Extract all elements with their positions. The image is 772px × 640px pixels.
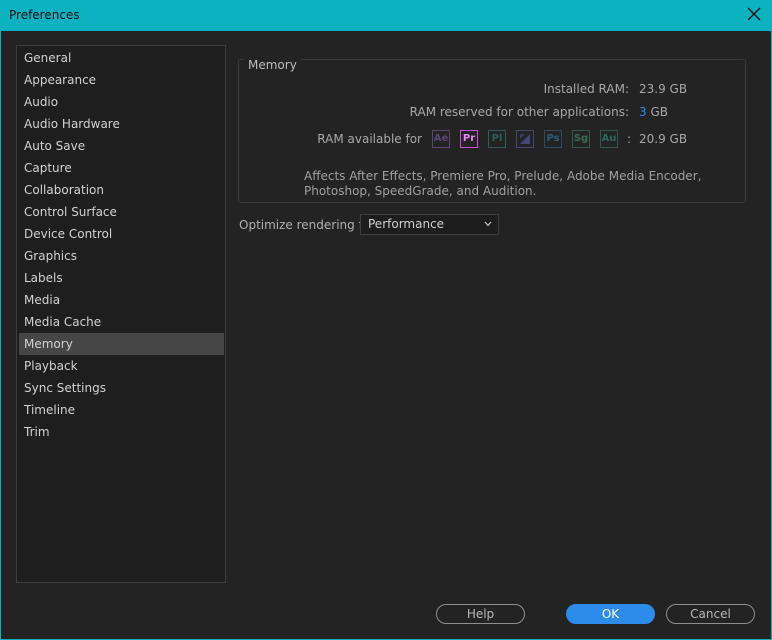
- sidebar-item-media[interactable]: Media: [19, 289, 224, 311]
- reserved-ram-field: 3 GB: [639, 105, 668, 119]
- speedgrade-icon: Sg: [572, 130, 590, 148]
- optimize-rendering-label: Optimize rendering for:: [239, 218, 379, 232]
- prelude-icon: Pl: [488, 130, 506, 148]
- media-encoder-icon: [516, 130, 534, 148]
- optimize-rendering-value: Performance: [368, 217, 445, 231]
- sidebar-item-labels[interactable]: Labels: [19, 267, 224, 289]
- ram-available-label: RAM available for: [317, 132, 422, 146]
- audition-icon: Au: [600, 130, 618, 148]
- window-title: Preferences: [9, 8, 80, 22]
- cancel-button[interactable]: Cancel: [666, 604, 755, 624]
- sidebar-item-timeline[interactable]: Timeline: [19, 399, 224, 421]
- chevron-down-icon: [484, 221, 492, 227]
- sidebar-item-graphics[interactable]: Graphics: [19, 245, 224, 267]
- close-icon[interactable]: [746, 6, 762, 22]
- reserved-ram-value[interactable]: 3: [639, 105, 647, 119]
- sidebar-item-control-surface[interactable]: Control Surface: [19, 201, 224, 223]
- photoshop-icon: Ps: [544, 130, 562, 148]
- installed-ram-value: 23.9 GB: [639, 82, 688, 96]
- sidebar-item-appearance[interactable]: Appearance: [19, 69, 224, 91]
- after-effects-icon: Ae: [432, 130, 450, 148]
- help-button[interactable]: Help: [436, 604, 525, 624]
- sidebar-item-capture[interactable]: Capture: [19, 157, 224, 179]
- sidebar-item-sync-settings[interactable]: Sync Settings: [19, 377, 224, 399]
- sidebar-item-auto-save[interactable]: Auto Save: [19, 135, 224, 157]
- sidebar-item-media-cache[interactable]: Media Cache: [19, 311, 224, 333]
- reserved-ram-unit: GB: [650, 105, 668, 119]
- ram-available-colon: :: [627, 132, 632, 146]
- premiere-pro-icon: Pr: [460, 130, 478, 148]
- memory-section-title: Memory: [244, 58, 301, 72]
- ram-available-value: 20.9 GB: [639, 132, 688, 146]
- sidebar-item-trim[interactable]: Trim: [19, 421, 224, 443]
- reserved-ram-label: RAM reserved for other applications:: [409, 105, 629, 119]
- ok-button[interactable]: OK: [566, 604, 655, 624]
- sidebar-item-playback[interactable]: Playback: [19, 355, 224, 377]
- sidebar-item-general[interactable]: General: [19, 47, 224, 69]
- sidebar-item-device-control[interactable]: Device Control: [19, 223, 224, 245]
- sidebar-item-collaboration[interactable]: Collaboration: [19, 179, 224, 201]
- preferences-sidebar: General Appearance Audio Audio Hardware …: [16, 45, 226, 583]
- optimize-rendering-select[interactable]: Performance: [360, 214, 499, 235]
- installed-ram-label: Installed RAM:: [543, 82, 629, 96]
- memory-description: Affects After Effects, Premiere Pro, Pre…: [304, 169, 702, 198]
- sidebar-item-memory[interactable]: Memory: [19, 333, 224, 355]
- sidebar-item-audio-hardware[interactable]: Audio Hardware: [19, 113, 224, 135]
- sidebar-item-audio[interactable]: Audio: [19, 91, 224, 113]
- title-bar: Preferences: [0, 0, 772, 31]
